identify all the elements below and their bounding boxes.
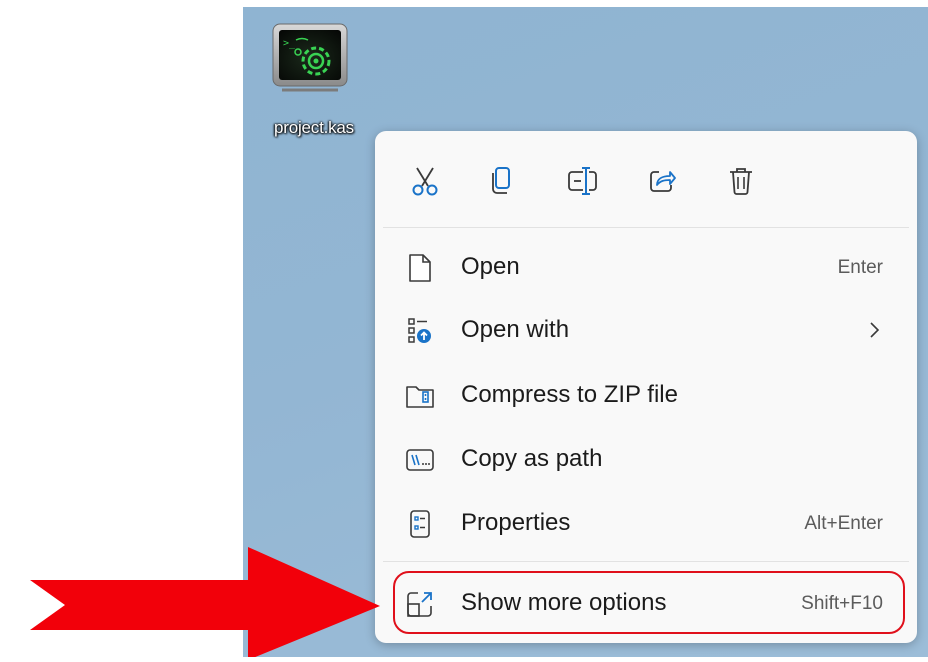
trash-icon	[730, 168, 752, 195]
menu-item-open-with[interactable]: Open with	[383, 302, 909, 358]
share-icon	[650, 171, 676, 192]
cut-button[interactable]	[405, 161, 445, 201]
zip-icon	[405, 381, 435, 411]
context-menu-toolbar	[375, 131, 917, 227]
menu-item-label: Properties	[461, 509, 571, 536]
rename-icon	[568, 167, 597, 195]
menu-item-properties[interactable]: Properties Alt+Enter	[383, 495, 909, 551]
copy-icon	[492, 167, 510, 194]
copy-button[interactable]	[481, 161, 521, 201]
menu-item-compress[interactable]: Compress to ZIP file	[383, 367, 909, 423]
menu-separator	[383, 227, 909, 228]
red-arrow-annotation	[0, 0, 395, 662]
rename-button[interactable]	[563, 161, 603, 201]
menu-item-label: Copy as path	[461, 445, 603, 472]
scissors-icon	[412, 167, 438, 196]
context-menu: Open Enter Open with Compress to ZIP fil…	[375, 131, 917, 643]
share-button[interactable]	[642, 161, 682, 201]
open-with-icon	[405, 316, 435, 346]
path-icon	[405, 445, 435, 475]
shortcut-label: Alt+Enter	[804, 513, 883, 534]
shortcut-label: Enter	[837, 257, 883, 278]
menu-separator	[383, 561, 909, 562]
menu-item-open[interactable]: Open Enter	[383, 239, 909, 295]
delete-button[interactable]	[721, 161, 761, 201]
document-icon	[405, 253, 435, 283]
menu-item-label: Compress to ZIP file	[461, 381, 678, 408]
highlight-outline	[393, 571, 905, 634]
chevron-right-icon	[869, 320, 881, 345]
menu-item-label: Open with	[461, 316, 570, 343]
properties-icon	[405, 509, 435, 539]
menu-item-copy-path[interactable]: Copy as path	[383, 431, 909, 487]
menu-item-label: Open	[461, 253, 520, 280]
